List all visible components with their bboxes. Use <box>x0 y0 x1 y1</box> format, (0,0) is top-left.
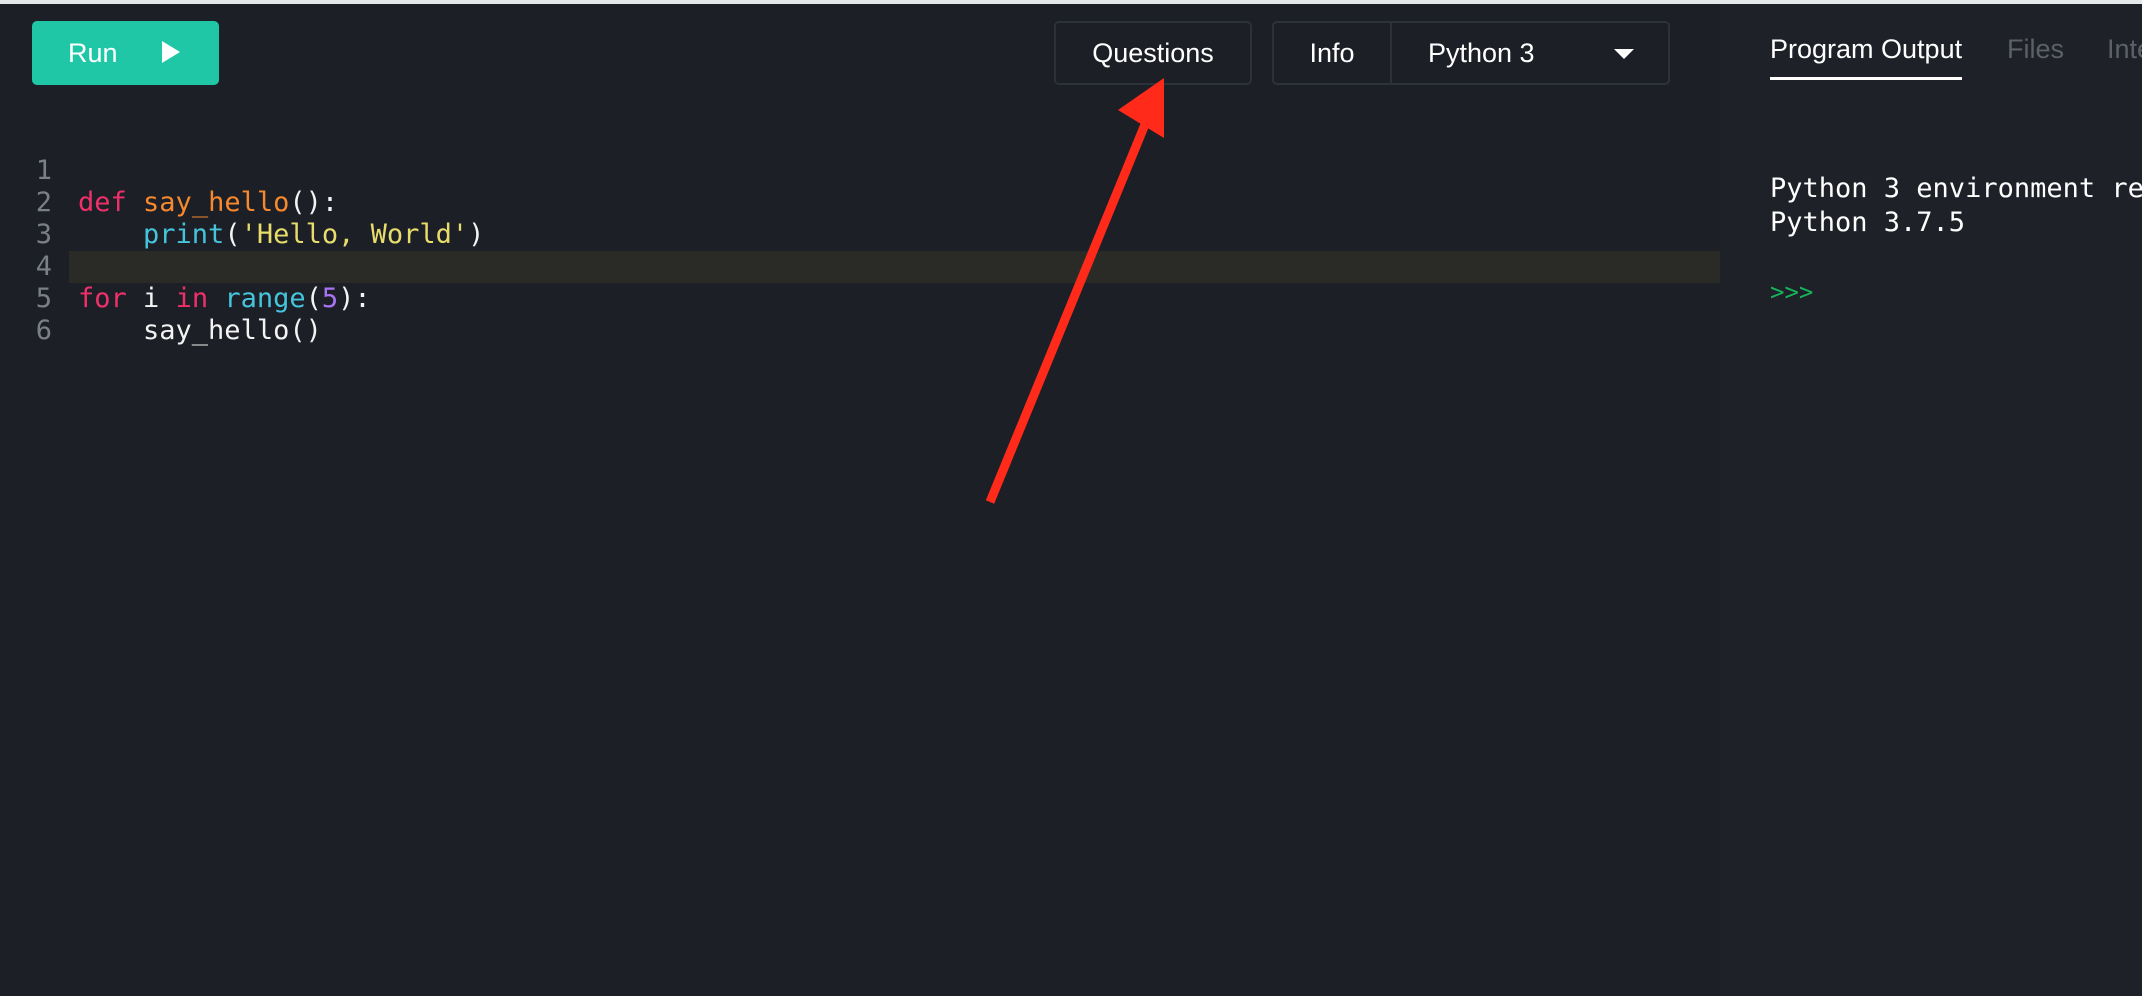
play-icon <box>162 41 180 63</box>
code-text: say_hello() <box>78 315 322 347</box>
code-line[interactable]: 6 <box>0 283 1720 346</box>
code-line[interactable]: 3 <box>0 187 1720 250</box>
indent-token <box>78 315 143 346</box>
info-button[interactable]: Info <box>1274 23 1392 83</box>
code-line[interactable]: 2 print('Hello, World') <box>0 155 1720 250</box>
program-output-text: Python 3 environment rea Python 3.7.5 <box>1770 172 2142 240</box>
call-token: say_hello() <box>143 315 322 346</box>
tab-interactive[interactable]: Inte <box>2107 34 2142 65</box>
output-line: Python 3.7.5 <box>1770 207 1966 238</box>
repl-prompt[interactable]: >>> <box>1770 278 1813 306</box>
output-line: Python 3 environment rea <box>1770 173 2142 204</box>
code-line-active[interactable]: 5 say_hello() <box>36 251 1720 346</box>
questions-button-label: Questions <box>1092 37 1214 68</box>
language-select[interactable]: Python 3 <box>1392 23 1668 83</box>
code-lines[interactable]: 1 def say_hello(): 2 print('Hello, World… <box>0 123 1720 346</box>
output-pane: Program Output Files Inte Python 3 envir… <box>1720 4 2142 996</box>
info-button-label: Info <box>1309 37 1355 68</box>
caret-down-icon <box>1614 49 1634 59</box>
code-line[interactable]: 1 def say_hello(): <box>0 123 1720 218</box>
line-number: 4 <box>35 251 52 282</box>
info-language-group: Info Python 3 <box>1272 21 1670 85</box>
line-number: 6 <box>35 315 52 346</box>
tab-program-output[interactable]: Program Output <box>1770 34 1963 80</box>
language-select-value: Python 3 <box>1428 37 1535 68</box>
code-line[interactable]: 4 for i in range(5): <box>0 219 1720 314</box>
run-button[interactable]: Run <box>32 21 219 85</box>
questions-button[interactable]: Questions <box>1054 21 1252 85</box>
run-button-label: Run <box>68 37 118 68</box>
tab-files[interactable]: Files <box>2007 34 2064 65</box>
